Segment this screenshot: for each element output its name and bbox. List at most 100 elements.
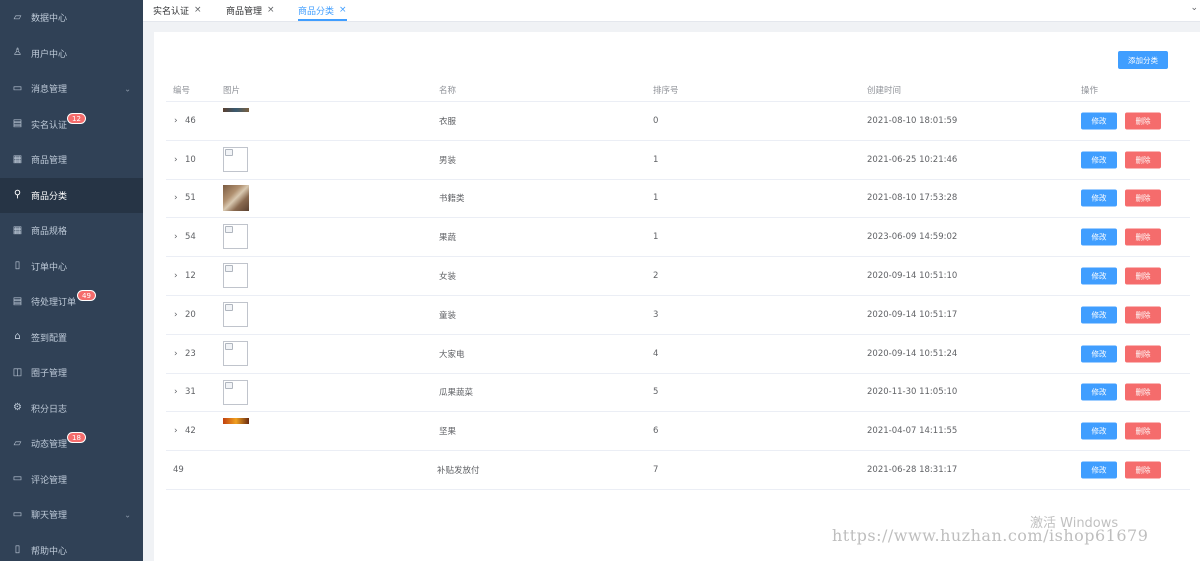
chevron-right-icon[interactable]: › [174,155,178,165]
chevron-down-icon[interactable]: ⌄ [1190,3,1198,13]
sidebar-item[interactable]: ▯ 订单中心 [0,249,143,285]
cell-created: 2021-08-10 17:53:28 [867,193,958,204]
delete-button[interactable]: 删除 [1125,112,1161,130]
sidebar-item[interactable]: ⌂ 签到配置 [0,320,143,356]
tab-real-name-auth[interactable]: 实名认证 × [153,0,202,20]
sidebar-item[interactable]: ▭ 评论管理 [0,462,143,498]
message-icon: ▭ [12,82,23,94]
delete-button[interactable]: 删除 [1125,228,1161,246]
edit-button[interactable]: 修改 [1081,422,1117,440]
cell-id: 46 [185,115,196,126]
comment-icon: ▭ [12,473,23,485]
chevron-down-icon: ⌄ [124,84,131,94]
edit-button[interactable]: 修改 [1081,228,1117,246]
sidebar-item-label: 帮助中心 [31,546,68,557]
chart-icon: ▱ [13,437,22,449]
cell-name: 童装 [439,310,457,321]
sidebar-item-label: 待处理订单 [31,298,77,309]
chevron-right-icon[interactable]: › [174,232,178,242]
close-icon[interactable]: × [339,5,347,15]
sidebar-item-label: 积分日志 [31,404,68,415]
tab-product-category[interactable]: 商品分类 × [298,0,347,21]
table-icon: ▦ [12,224,23,236]
sidebar-item[interactable]: ▤ 待处理订单 49 [0,284,143,320]
document-icon: ▤ [12,295,23,307]
cell-created: 2020-09-14 10:51:24 [867,348,958,359]
close-icon[interactable]: × [267,5,275,15]
table-row: › 54 果蔬 1 2023-06-09 14:59:02 修改 删除 [166,218,1190,258]
broken-image-icon [223,379,248,405]
sidebar-item[interactable]: ▦ 商品管理 [0,142,143,178]
edit-button[interactable]: 修改 [1081,151,1117,169]
sidebar-item-label: 商品分类 [31,191,68,202]
sidebar-item[interactable]: ▦ 商品规格 [0,213,143,249]
table-row: › 23 大家电 4 2020-09-14 10:51:24 修改 删除 [166,335,1190,374]
sidebar-item[interactable]: ♙ 用户中心 [0,36,143,72]
delete-button[interactable]: 删除 [1125,189,1161,207]
edit-button[interactable]: 修改 [1081,461,1117,479]
sidebar-item-label: 订单中心 [31,262,68,273]
edit-button[interactable]: 修改 [1081,112,1117,130]
cell-created: 2021-06-28 18:31:17 [867,465,958,476]
chevron-right-icon[interactable]: › [174,116,178,126]
delete-button[interactable]: 删除 [1125,267,1161,285]
delete-button[interactable]: 删除 [1125,151,1161,169]
delete-button[interactable]: 删除 [1125,306,1161,324]
tab-label: 商品管理 [226,6,263,17]
tab-label: 实名认证 [153,6,190,17]
sidebar-item[interactable]: ▱ 数据中心 [0,0,143,36]
edit-button[interactable]: 修改 [1081,345,1117,363]
sidebar-item-label: 数据中心 [31,14,68,25]
add-category-button[interactable]: 添加分类 [1118,51,1168,69]
edit-button[interactable]: 修改 [1081,306,1117,324]
sidebar-item-label: 商品管理 [31,156,68,167]
table-row: › 42 坚果 6 2021-04-07 14:11:55 修改 删除 [166,412,1190,452]
cell-sort: 1 [653,193,659,204]
cell-id: 54 [185,232,196,243]
cell-id: 23 [185,348,196,359]
header-actions: 操作 [1081,86,1099,96]
delete-button[interactable]: 删除 [1125,422,1161,440]
broken-image-icon [223,340,248,366]
close-icon[interactable]: × [194,5,202,15]
chevron-right-icon[interactable]: › [174,193,178,203]
sidebar-item[interactable]: ▭ 消息管理 ⌄ [0,71,143,107]
cell-id: 49 [173,465,184,476]
sidebar-item[interactable]: ⚲ 商品分类 [0,177,143,213]
sidebar-item[interactable]: ▤ 实名认证 12 [0,107,143,143]
edit-button[interactable]: 修改 [1081,189,1117,207]
sidebar-item[interactable]: ▭ 聊天管理 ⌄ [0,497,143,533]
url-watermark: https://www.huzhan.com/ishop61679 [832,526,1149,545]
chevron-right-icon[interactable]: › [174,349,178,359]
sidebar-item-label: 评论管理 [31,475,68,486]
table-row: › 12 女装 2 2020-09-14 10:51:10 修改 删除 [166,257,1190,296]
edit-button[interactable]: 修改 [1081,383,1117,401]
cell-sort: 1 [653,154,659,165]
tab-label: 商品分类 [298,6,335,17]
cell-name: 书籍类 [439,194,465,205]
sidebar-item[interactable]: ⚙ 积分日志 [0,391,143,427]
main-card: 添加分类 编号 图片 名称 排序号 创建时间 操作 › 46 衣服 0 2021-08-… [154,32,1200,561]
cell-name: 女装 [439,272,457,283]
tab-product-management[interactable]: 商品管理 × [226,0,275,20]
edit-button[interactable]: 修改 [1081,267,1117,285]
cell-sort: 7 [653,465,659,476]
delete-button[interactable]: 删除 [1125,383,1161,401]
table-row: › 31 瓜果蔬菜 5 2020-11-30 11:05:10 修改 删除 [166,374,1190,413]
cell-id: 10 [185,154,196,165]
count-badge: 49 [77,290,96,301]
delete-button[interactable]: 删除 [1125,345,1161,363]
sidebar-item[interactable]: ▱ 动态管理 18 [0,426,143,462]
chevron-right-icon[interactable]: › [174,426,178,436]
table-row: › 20 童装 3 2020-09-14 10:51:17 修改 删除 [166,296,1190,335]
cell-name: 坚果 [439,427,457,438]
cell-name: 补贴发放付 [437,466,480,477]
chevron-right-icon[interactable]: › [174,387,178,397]
sidebar-item[interactable]: ▯ 帮助中心 [0,533,143,561]
chevron-right-icon[interactable]: › [174,310,178,320]
chevron-right-icon[interactable]: › [174,271,178,281]
table-row: › 46 衣服 0 2021-08-10 18:01:59 修改 删除 [166,102,1190,141]
category-image [223,418,249,425]
sidebar-item[interactable]: ◫ 圈子管理 [0,355,143,391]
delete-button[interactable]: 删除 [1125,461,1161,479]
